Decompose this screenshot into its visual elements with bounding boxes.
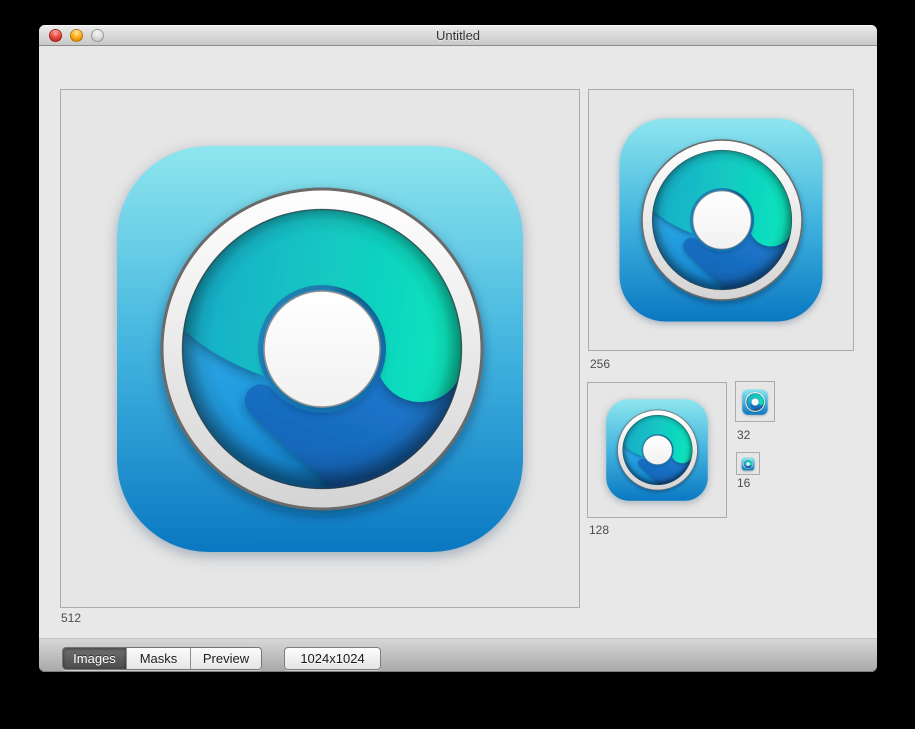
document-area: 512 256 128 32 16	[39, 47, 877, 638]
size-1024-button[interactable]: 1024x1024	[284, 647, 381, 670]
preview-well-128[interactable]	[587, 382, 727, 518]
title-bar[interactable]: Untitled	[39, 25, 877, 46]
size-label-128: 128	[589, 523, 609, 537]
preview-well-512[interactable]	[60, 89, 580, 608]
preview-well-16[interactable]	[736, 452, 760, 475]
window-title: Untitled	[39, 25, 877, 46]
segment-masks[interactable]: Masks	[127, 648, 191, 669]
size-label-16: 16	[737, 476, 750, 490]
segment-images[interactable]: Images	[63, 648, 127, 669]
size-label-256: 256	[590, 357, 610, 371]
segment-preview[interactable]: Preview	[191, 648, 261, 669]
app-icon-preview-32	[739, 386, 771, 418]
size-label-512: 512	[61, 611, 81, 625]
app-icon-preview-256	[593, 92, 849, 348]
screenshot-stage: Untitled 512 256 128 32 16	[0, 0, 915, 729]
app-icon-preview-128	[593, 386, 721, 514]
app-icon-preview-512	[64, 93, 576, 605]
app-icon-preview-16	[740, 456, 756, 472]
bottom-toolbar: Images Masks Preview 1024x1024	[39, 638, 877, 672]
preview-well-32[interactable]	[735, 381, 775, 422]
preview-well-256[interactable]	[588, 89, 854, 351]
app-window: Untitled 512 256 128 32 16	[39, 25, 877, 672]
size-label-32: 32	[737, 428, 750, 442]
view-mode-segmented-control: Images Masks Preview	[62, 647, 262, 670]
